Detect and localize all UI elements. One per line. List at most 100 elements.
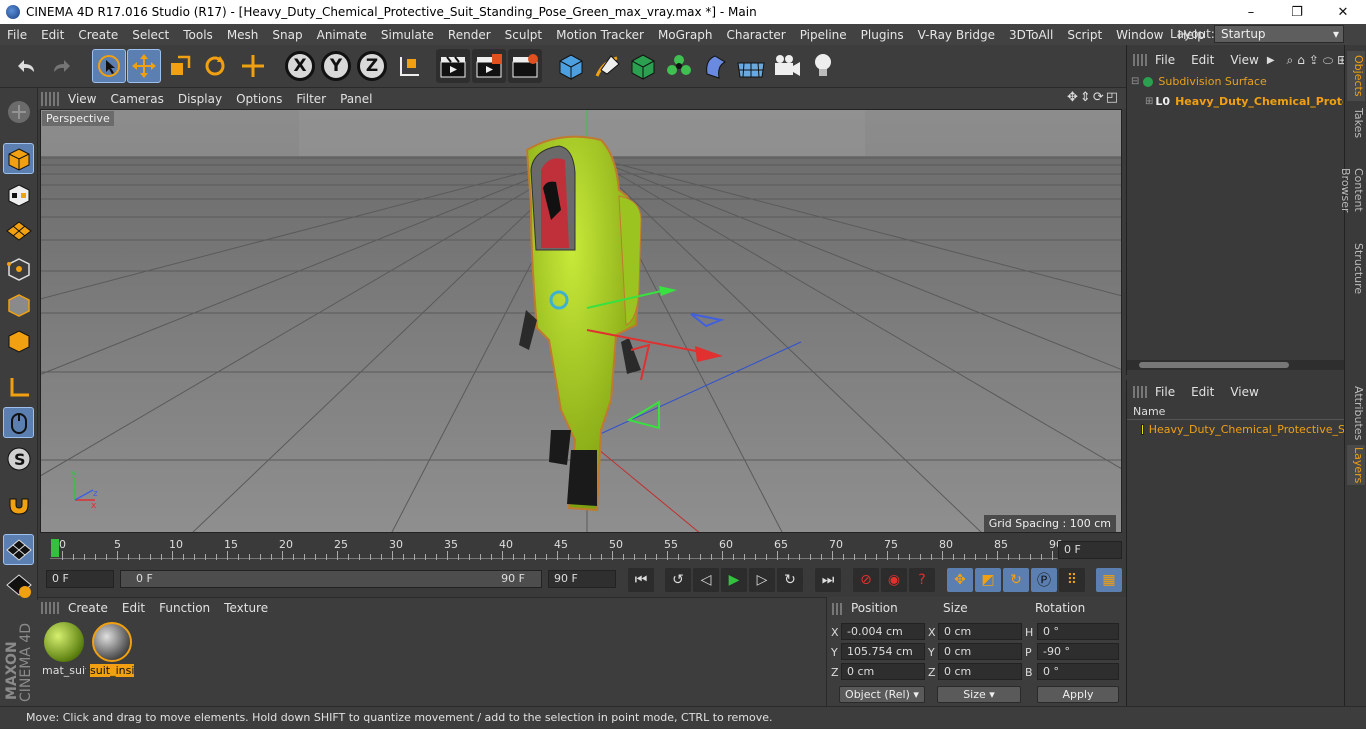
- polygons-mode-button[interactable]: [3, 325, 34, 356]
- close-button[interactable]: ✕: [1320, 0, 1366, 24]
- menu-edit[interactable]: Edit: [34, 28, 71, 42]
- undo-button[interactable]: [9, 49, 43, 83]
- recent-tools[interactable]: [236, 49, 270, 83]
- floor-button[interactable]: [734, 49, 768, 83]
- size-z-field[interactable]: 0 cm: [938, 663, 1022, 680]
- rotation-h-field[interactable]: 0 °: [1037, 623, 1119, 640]
- end-frame-field[interactable]: 90 F: [548, 570, 616, 588]
- expand-plus-icon[interactable]: ⊞: [1145, 96, 1153, 107]
- viewport-menu-display[interactable]: Display: [171, 92, 229, 106]
- tab-layers[interactable]: Layers: [1347, 445, 1365, 485]
- redo-button[interactable]: [45, 49, 79, 83]
- apply-button[interactable]: Apply: [1037, 686, 1119, 703]
- render-settings-button[interactable]: [508, 49, 542, 83]
- menu-tools[interactable]: Tools: [176, 28, 220, 42]
- menu-file[interactable]: File: [0, 28, 34, 42]
- points-mode-button[interactable]: [3, 253, 34, 284]
- workplane-mode-button[interactable]: [3, 215, 34, 246]
- key-parameter-toggle[interactable]: Ⓟ: [1031, 568, 1057, 592]
- position-x-field[interactable]: -0.004 cm: [841, 623, 925, 640]
- perspective-viewport[interactable]: y x z: [40, 109, 1122, 533]
- material-menu-function[interactable]: Function: [152, 601, 217, 615]
- material-menu-texture[interactable]: Texture: [217, 601, 275, 615]
- chevron-right-icon[interactable]: ▶: [1267, 55, 1275, 66]
- menu-motion-tracker[interactable]: Motion Tracker: [549, 28, 651, 42]
- layers-menu-edit[interactable]: Edit: [1183, 385, 1222, 399]
- size-mode-dropdown[interactable]: Size ▾: [937, 686, 1021, 703]
- viewport-menu-cameras[interactable]: Cameras: [103, 92, 170, 106]
- edges-mode-button[interactable]: [3, 289, 34, 320]
- viewport-menu-panel[interactable]: Panel: [333, 92, 379, 106]
- material-swatch[interactable]: suit_insi: [90, 620, 134, 680]
- snap-button[interactable]: [3, 488, 34, 519]
- render-view-button[interactable]: [436, 49, 470, 83]
- solo-button[interactable]: S: [3, 443, 34, 474]
- viewport-solo-button[interactable]: [3, 534, 34, 565]
- autokeying-button[interactable]: ◉: [881, 568, 907, 592]
- minimize-button[interactable]: –: [1228, 0, 1274, 24]
- y-axis-lock[interactable]: Y: [321, 51, 351, 81]
- rotation-b-field[interactable]: 0 °: [1037, 663, 1119, 680]
- timeline-window-button[interactable]: ▦: [1096, 568, 1122, 592]
- menu-window[interactable]: Window: [1109, 28, 1170, 42]
- playhead[interactable]: [51, 539, 59, 557]
- menu-3dtoall[interactable]: 3DToAll: [1002, 28, 1060, 42]
- tab-content-browser[interactable]: Content Browser: [1339, 145, 1365, 235]
- viewport-solo-hierarchy-button[interactable]: [3, 570, 34, 601]
- viewport-menu-view[interactable]: View: [61, 92, 103, 106]
- menu-plugins[interactable]: Plugins: [854, 28, 911, 42]
- menu-simulate[interactable]: Simulate: [374, 28, 441, 42]
- render-to-picture-viewer-button[interactable]: [472, 49, 506, 83]
- viewport-nav-icons[interactable]: ✥⇕⟳◰: [1067, 90, 1120, 105]
- menu-snap[interactable]: Snap: [265, 28, 309, 42]
- menu-character[interactable]: Character: [719, 28, 792, 42]
- go-to-end-button[interactable]: ⏭: [815, 568, 841, 592]
- maximize-button[interactable]: ❐: [1274, 0, 1320, 24]
- cube-primitive-button[interactable]: [554, 49, 588, 83]
- next-frame-button[interactable]: ▷: [749, 568, 775, 592]
- viewport-menu-filter[interactable]: Filter: [289, 92, 333, 106]
- menu-select[interactable]: Select: [125, 28, 176, 42]
- subdivision-surface-button[interactable]: [626, 49, 660, 83]
- key-pla-toggle[interactable]: ⠿: [1059, 568, 1085, 592]
- live-selection-tool[interactable]: [92, 49, 126, 83]
- menu-animate[interactable]: Animate: [310, 28, 374, 42]
- menu-vray-bridge[interactable]: V-Ray Bridge: [911, 28, 1002, 42]
- menu-script[interactable]: Script: [1060, 28, 1109, 42]
- keyframe-selection-button[interactable]: ?: [909, 568, 935, 592]
- material-swatch[interactable]: mat_suit: [42, 620, 86, 680]
- objects-menu-edit[interactable]: Edit: [1183, 53, 1222, 67]
- tab-takes[interactable]: Takes: [1347, 105, 1365, 141]
- start-frame-field[interactable]: 0 F: [46, 570, 114, 588]
- menu-sculpt[interactable]: Sculpt: [498, 28, 549, 42]
- z-axis-lock[interactable]: Z: [357, 51, 387, 81]
- coordinate-mode-dropdown[interactable]: Object (Rel) ▾: [839, 686, 925, 703]
- cloner-button[interactable]: [662, 49, 696, 83]
- current-frame-field[interactable]: 0 F: [1058, 541, 1122, 559]
- viewport-menu-options[interactable]: Options: [229, 92, 289, 106]
- scrollbar-thumb[interactable]: [1139, 362, 1289, 368]
- menu-create[interactable]: Create: [71, 28, 125, 42]
- position-z-field[interactable]: 0 cm: [841, 663, 925, 680]
- menu-pipeline[interactable]: Pipeline: [793, 28, 854, 42]
- tweak-mode-button[interactable]: [3, 407, 34, 438]
- object-scrollbar[interactable]: [1127, 360, 1345, 370]
- expand-minus-icon[interactable]: ⊟: [1131, 76, 1139, 87]
- object-manager-tool-icons[interactable]: ⌕⌂⇪⬭⊞: [1287, 53, 1352, 68]
- timeline-ruler[interactable]: 0 5 10 15 20 25 30 35 40 45 50 55 60 65 70 75 80 85 90 0 F: [38, 535, 1126, 565]
- go-to-next-key-button[interactable]: ↻: [777, 568, 803, 592]
- previous-frame-button[interactable]: ◁: [693, 568, 719, 592]
- tab-objects[interactable]: Objects: [1347, 51, 1365, 101]
- key-position-toggle[interactable]: ✥: [947, 568, 973, 592]
- model-mode-button[interactable]: [3, 143, 34, 174]
- size-y-field[interactable]: 0 cm: [938, 643, 1022, 660]
- tab-structure[interactable]: Structure: [1347, 241, 1365, 297]
- light-button[interactable]: [806, 49, 840, 83]
- record-keys-button[interactable]: ⊘: [853, 568, 879, 592]
- material-menu-create[interactable]: Create: [61, 601, 115, 615]
- key-rotation-toggle[interactable]: ↻: [1003, 568, 1029, 592]
- position-y-field[interactable]: 105.754 cm: [841, 643, 925, 660]
- enable-axis-button[interactable]: [3, 371, 34, 402]
- objects-menu-view[interactable]: View: [1222, 53, 1266, 67]
- go-to-previous-key-button[interactable]: ↺: [665, 568, 691, 592]
